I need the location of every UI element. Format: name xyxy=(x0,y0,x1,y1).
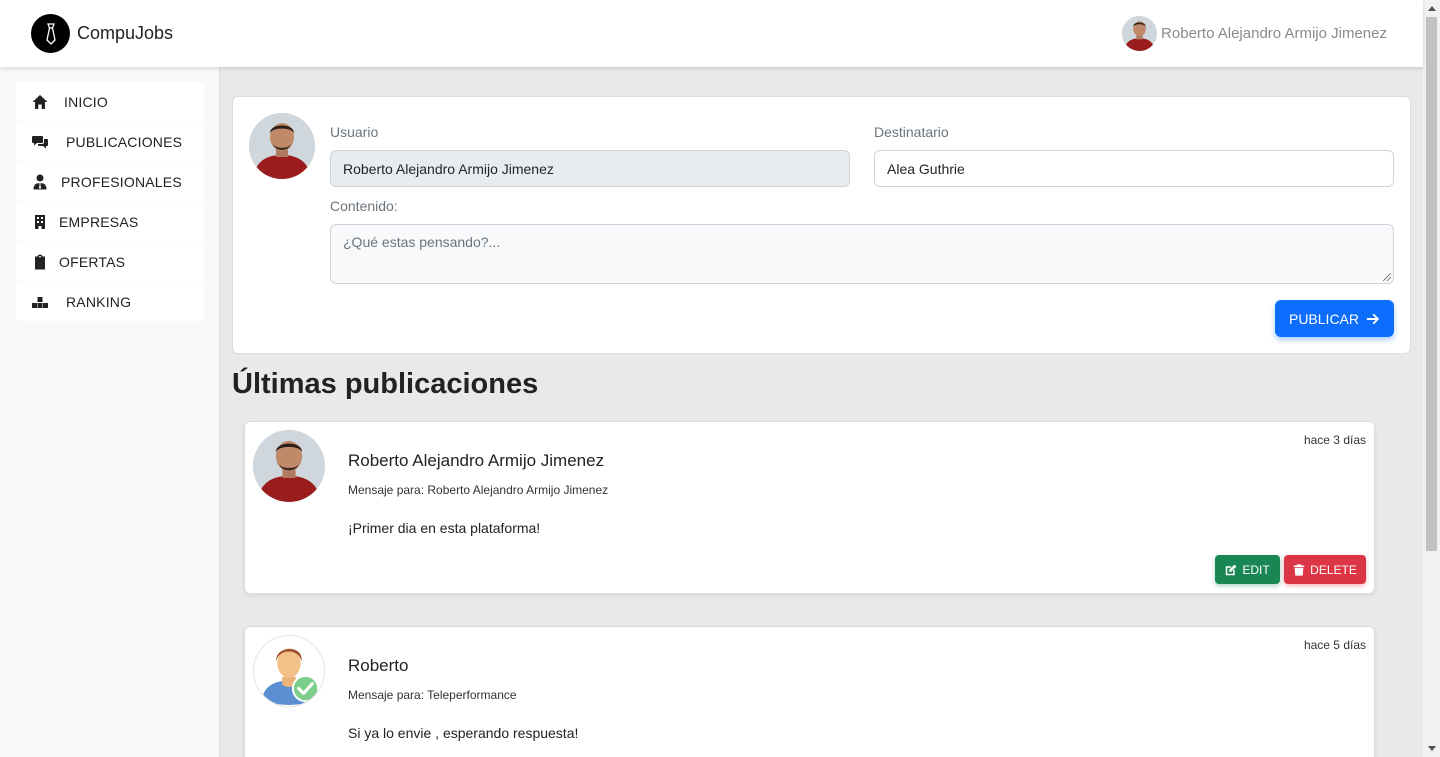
delete-button[interactable]: DELETE xyxy=(1284,555,1366,584)
sidebar-item-profesionales[interactable]: PROFESIONALES xyxy=(16,162,204,201)
sidebar-item-label: EMPRESAS xyxy=(59,213,139,230)
sidebar-item-ofertas[interactable]: OFERTAS xyxy=(16,242,204,281)
sidebar-item-ranking[interactable]: RANKING xyxy=(16,282,204,321)
destinatario-field[interactable]: Alea Guthrie xyxy=(874,150,1394,187)
post-author-avatar xyxy=(253,430,325,502)
edit-button[interactable]: EDIT xyxy=(1215,555,1280,584)
sidebar-item-empresas[interactable]: EMPRESAS xyxy=(16,202,204,241)
contenido-textarea[interactable]: ¿Qué estas pensando?... xyxy=(330,224,1394,284)
sidebar-item-label: RANKING xyxy=(66,293,132,310)
sidebar-item-publicaciones[interactable]: PUBLICACIONES xyxy=(16,122,204,161)
feed-title: Últimas publicaciones xyxy=(232,368,539,400)
destinatario-label: Destinatario xyxy=(874,124,949,140)
user-tie-icon xyxy=(32,174,48,190)
comments-icon xyxy=(32,134,48,150)
trash-icon xyxy=(1293,563,1305,576)
page-scrollbar[interactable] xyxy=(1423,0,1440,757)
post-text: ¡Primer dia en esta plataforma! xyxy=(348,520,541,536)
top-navbar: CompuJobs Roberto Alejandro Armijo Jimen… xyxy=(0,0,1423,67)
compose-card: Usuario Roberto Alejandro Armijo Jimenez… xyxy=(232,96,1411,354)
ranking-icon xyxy=(32,294,48,310)
sidebar-nav: INICIO PUBLICACIONES PROFESIONALES EMPRE… xyxy=(16,82,204,322)
sidebar-item-label: PUBLICACIONES xyxy=(66,133,183,150)
post-time: hace 5 días xyxy=(1303,638,1366,652)
contenido-label: Contenido: xyxy=(330,198,398,214)
post-text: Si ya lo envie , esperando respuesta! xyxy=(348,725,579,741)
default-user-avatar xyxy=(253,635,325,707)
user-name: Roberto Alejandro Armijo Jimenez xyxy=(1161,25,1387,42)
brand-name: CompuJobs xyxy=(77,23,174,43)
building-icon xyxy=(32,214,48,230)
delete-label: DELETE xyxy=(1310,562,1357,577)
usuario-label: Usuario xyxy=(330,124,379,140)
user-avatar xyxy=(1122,16,1158,51)
post-card: hace 3 días Roberto Alejandro Armijo Jim… xyxy=(244,421,1375,594)
edit-label: EDIT xyxy=(1242,562,1270,577)
sidebar-item-label: INICIO xyxy=(64,93,108,110)
scrollbar-thumb[interactable] xyxy=(1426,17,1437,551)
sidebar-item-label: PROFESIONALES xyxy=(61,173,182,190)
edit-icon xyxy=(1226,564,1237,575)
post-card: hace 5 días Roberto Mensaje para: Telepe… xyxy=(244,626,1375,757)
clipboard-icon xyxy=(32,254,48,270)
compose-avatar xyxy=(249,113,315,179)
tie-logo-icon xyxy=(31,14,70,53)
publish-button[interactable]: PUBLICAR xyxy=(1275,300,1394,337)
home-icon xyxy=(32,94,48,110)
post-recipient: Mensaje para: Teleperformance xyxy=(348,688,517,702)
publish-label: PUBLICAR xyxy=(1288,310,1360,327)
scroll-up-arrow-icon[interactable] xyxy=(1423,0,1440,17)
sidebar-item-label: OFERTAS xyxy=(59,253,126,270)
usuario-field[interactable]: Roberto Alejandro Armijo Jimenez xyxy=(330,150,850,187)
post-author[interactable]: Roberto xyxy=(348,656,408,676)
sidebar-item-inicio[interactable]: INICIO xyxy=(16,82,204,121)
sidebar: INICIO PUBLICACIONES PROFESIONALES EMPRE… xyxy=(0,67,220,757)
brand[interactable]: CompuJobs xyxy=(31,14,173,53)
post-author[interactable]: Roberto Alejandro Armijo Jimenez xyxy=(348,451,604,471)
post-recipient: Mensaje para: Roberto Alejandro Armijo J… xyxy=(348,483,609,497)
post-time: hace 3 días xyxy=(1303,433,1366,447)
arrow-right-icon xyxy=(1366,313,1380,324)
user-menu[interactable]: Roberto Alejandro Armijo Jimenez xyxy=(1122,16,1387,51)
scroll-down-arrow-icon[interactable] xyxy=(1423,740,1440,757)
